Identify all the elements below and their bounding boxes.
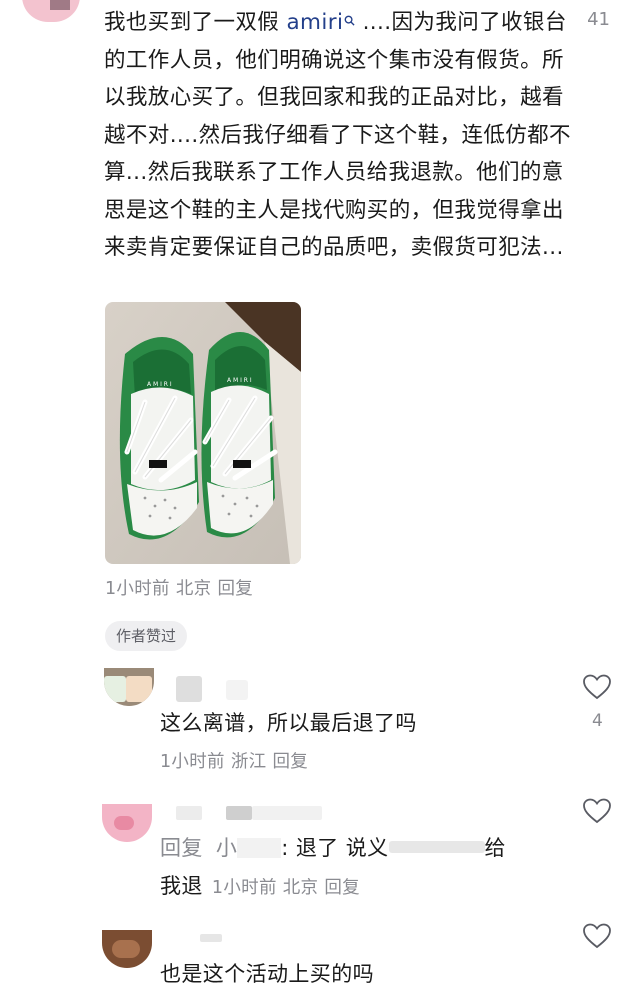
left-shoe: A M I R I — [119, 337, 199, 540]
reply-mention[interactable]: 小 — [216, 836, 237, 860]
reply-avatar[interactable] — [104, 668, 154, 706]
right-shoe: A M I R I — [201, 332, 278, 538]
heart-icon[interactable] — [582, 922, 612, 950]
commenter-avatar[interactable] — [22, 0, 80, 22]
reply-text-b: 给 — [484, 836, 506, 860]
reply-username-blurred-b — [226, 680, 248, 700]
comment-location: 北京 — [175, 579, 212, 599]
reply-time: 1小时前 — [211, 878, 277, 898]
comment-time: 1小时前 — [105, 579, 170, 599]
reply-text-a: : 退了 说义 — [281, 836, 389, 860]
reply-username-blurred-b — [226, 806, 252, 820]
reply-username-blurred-c — [252, 806, 322, 820]
comment-text: 我也买到了一双假 amiri ....因为我问了收银台的工作人员，他们明确说这个… — [104, 4, 574, 267]
reply-username-blurred[interactable] — [200, 934, 222, 942]
reply-username-blurred[interactable] — [176, 806, 202, 820]
heart-icon[interactable] — [582, 673, 612, 701]
comment-text-prefix: 我也买到了一双假 — [104, 10, 287, 35]
reply-text-c: 我退 — [160, 874, 203, 898]
brand-link[interactable]: amiri — [286, 10, 343, 35]
comment-text-rest: ....因为我问了收银台的工作人员，他们明确说这个集市没有假货。所以我放心买了。… — [104, 10, 571, 260]
search-icon[interactable] — [344, 4, 355, 42]
heart-icon[interactable] — [582, 797, 612, 825]
reply-meta: 1小时前 浙江 回复 — [160, 748, 314, 773]
comment-meta: 1小时前 北京 回复 — [105, 575, 259, 600]
author-liked-badge: 作者赞过 — [105, 621, 188, 651]
reply-text: 这么离谱，所以最后退了吗 — [160, 711, 417, 735]
reply-avatar[interactable] — [102, 804, 152, 842]
reply-username-blurred[interactable] — [176, 676, 202, 702]
reply-button[interactable]: 回复 — [217, 579, 253, 599]
text-blurred — [388, 841, 485, 853]
reply-text: 回复 小 : 退了 说义 给 — [160, 832, 506, 862]
reply-text: 也是这个活动上买的吗 — [160, 962, 374, 986]
reply-avatar[interactable] — [102, 930, 152, 968]
reply-like-count: 4 — [592, 711, 603, 731]
reply-location: 浙江 — [230, 752, 267, 772]
reply-location: 北京 — [282, 878, 319, 898]
reply-reply-button[interactable]: 回复 — [324, 878, 360, 898]
reply-time: 1小时前 — [160, 752, 225, 772]
reply-reply-button[interactable]: 回复 — [272, 752, 308, 772]
mention-blurred — [237, 838, 282, 858]
reply-prefix: 回复 — [160, 836, 203, 860]
reply-second-line: 我退 1小时前 北京 回复 — [160, 870, 360, 900]
svg-text:A M I R I: A M I R I — [147, 381, 172, 388]
comment-like-count: 41 — [587, 9, 610, 30]
comment-photo[interactable]: A M I R I A M I R I — [105, 302, 301, 564]
svg-text:A M I R I: A M I R I — [227, 377, 252, 384]
